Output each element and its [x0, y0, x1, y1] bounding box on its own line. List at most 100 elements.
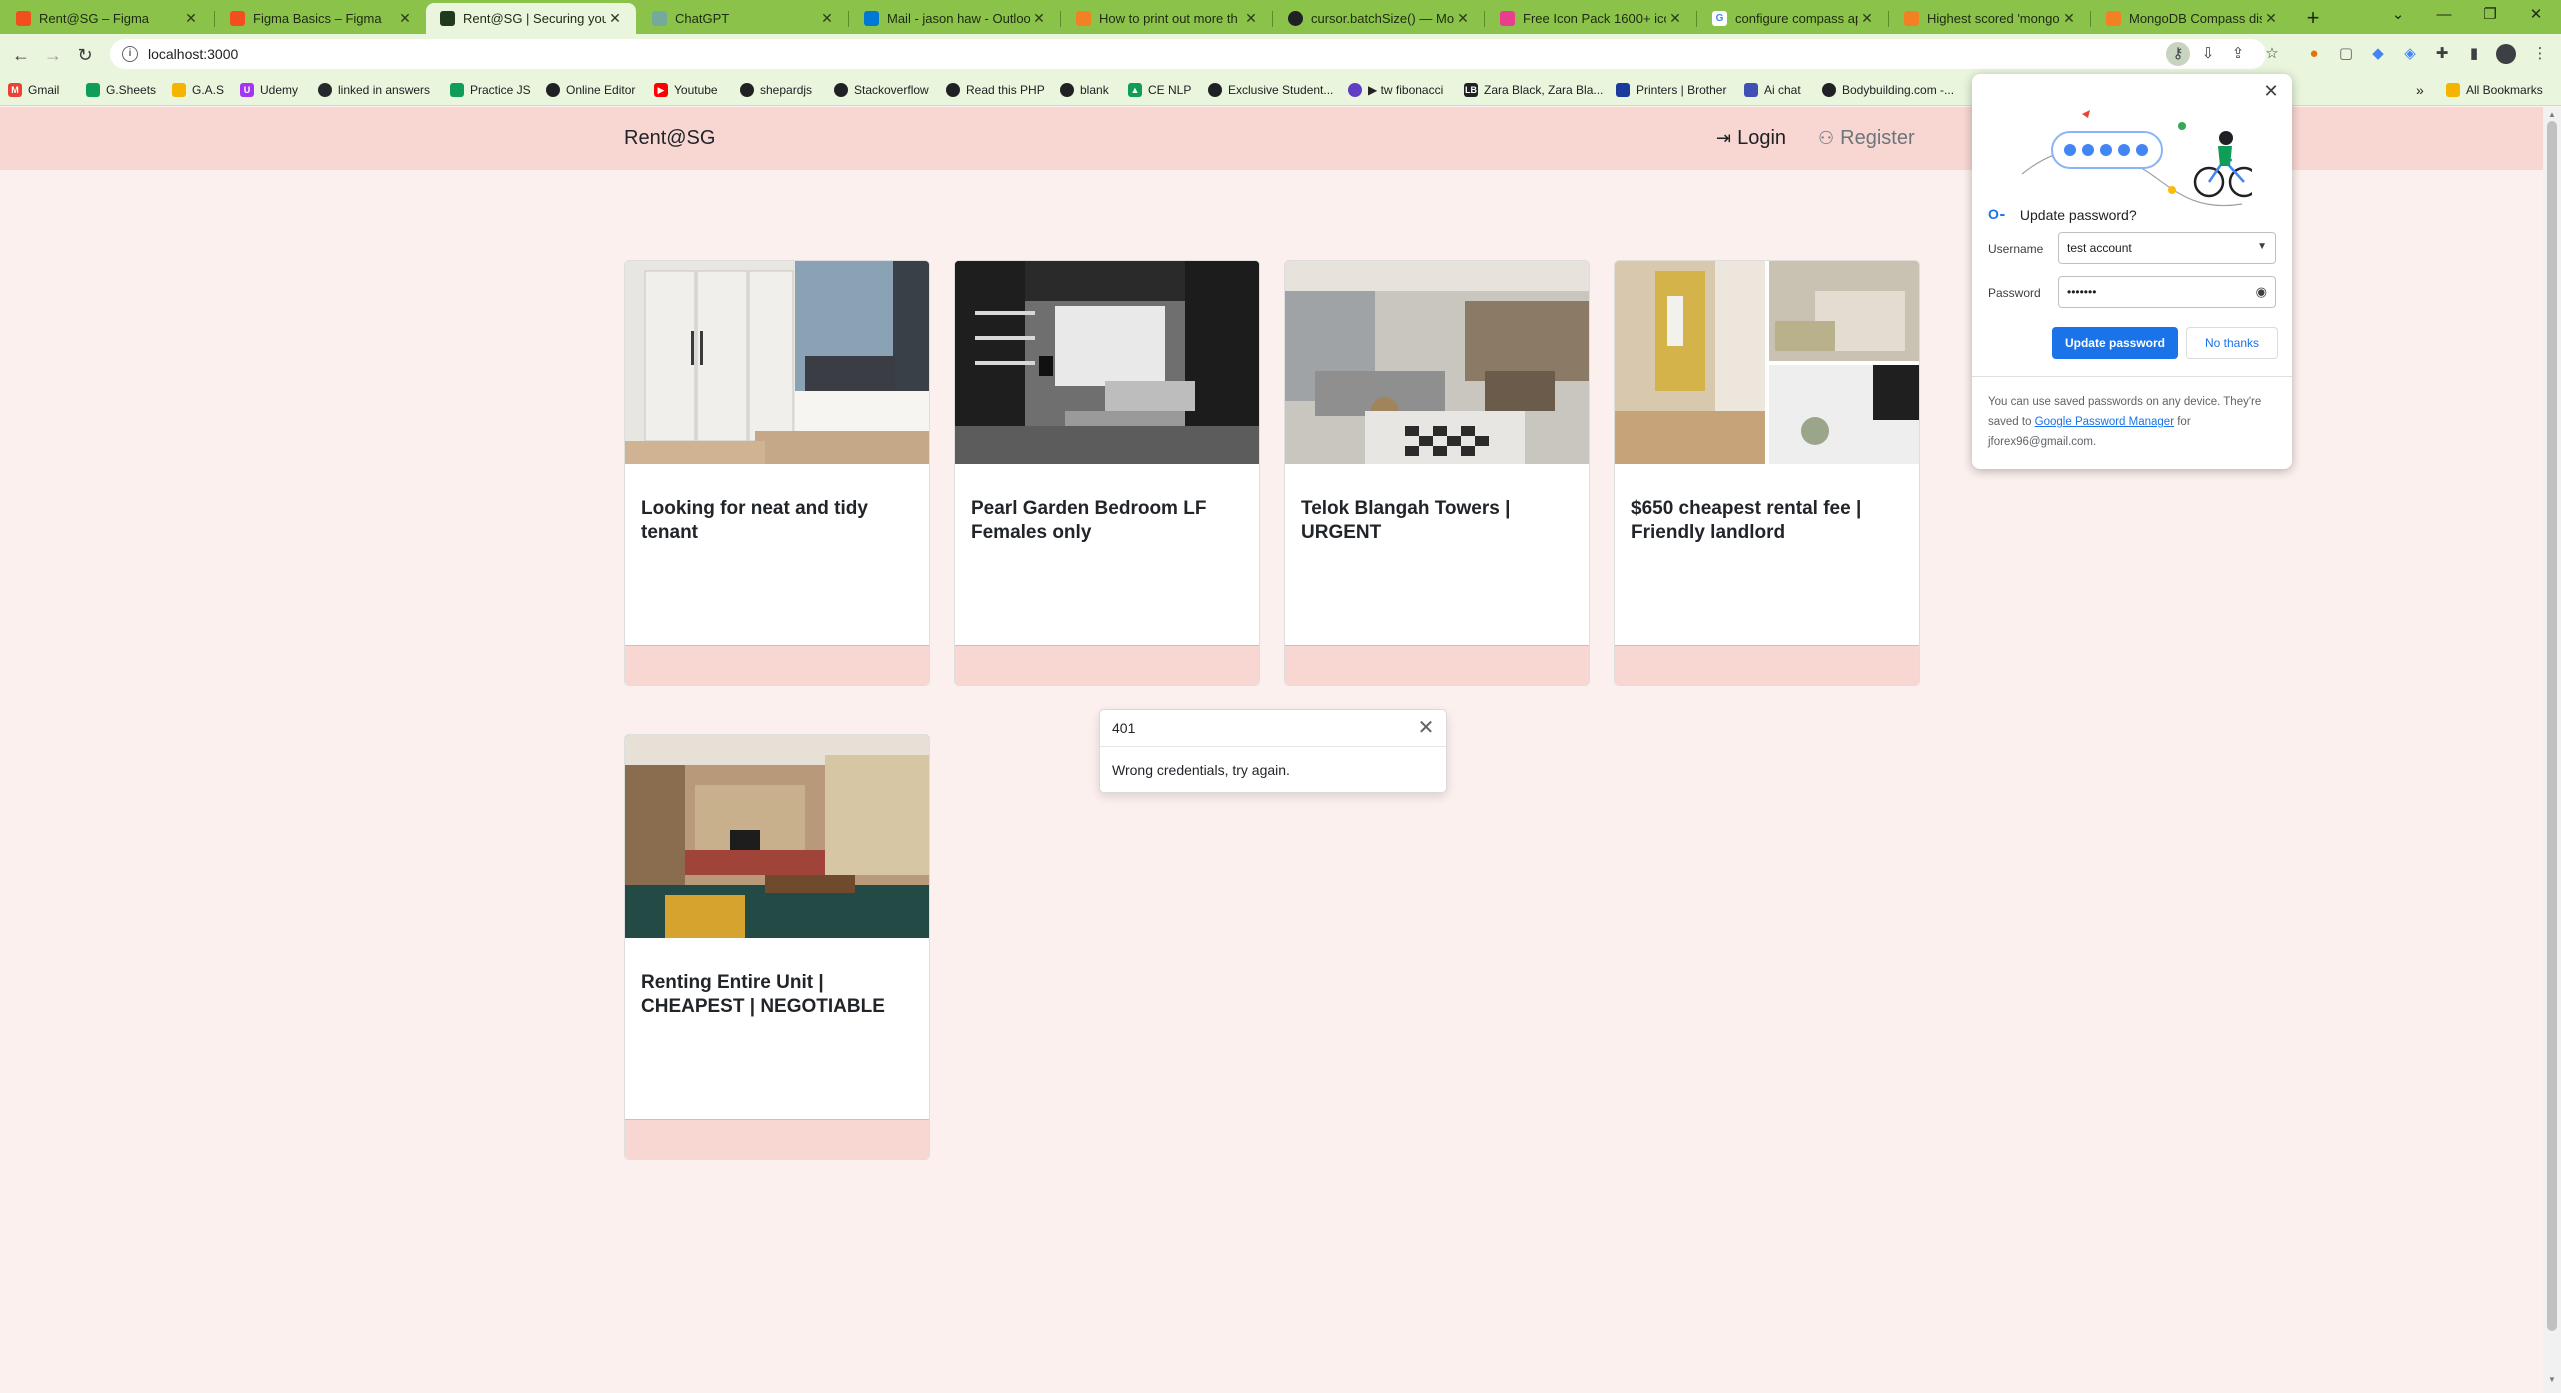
bookmark-star-icon[interactable]: ☆ — [2260, 42, 2284, 66]
password-manager-link[interactable]: Google Password Manager — [2035, 416, 2174, 428]
page-scrollbar[interactable]: ▲ ▼ — [2543, 107, 2561, 1393]
extension-icon[interactable]: ▢ — [2334, 42, 2358, 66]
close-icon[interactable]: ✕ — [2262, 10, 2280, 27]
install-app-icon[interactable]: ⇩ — [2196, 42, 2220, 66]
back-icon[interactable]: ← — [8, 42, 34, 68]
bookmark-item[interactable]: Ai chat — [1744, 80, 1801, 100]
close-icon[interactable]: ✕ — [2260, 80, 2282, 102]
restore-icon[interactable]: ❐ — [2467, 0, 2513, 30]
bookmark-item[interactable]: G.Sheets — [86, 80, 156, 100]
browser-tab[interactable]: ChatGPT ✕ — [638, 3, 848, 34]
browser-tab[interactable]: cursor.batchSize() — Mon ✕ — [1274, 3, 1484, 34]
bookmark-item[interactable]: U Udemy — [240, 80, 298, 100]
bookmark-item[interactable]: ▶ tw fibonacci — [1348, 80, 1443, 100]
browser-tab-active[interactable]: Rent@SG | Securing your ✕ — [426, 3, 636, 34]
extension-icon[interactable]: ◆ — [2366, 42, 2390, 66]
side-panel-icon[interactable]: ▮ — [2462, 42, 2486, 66]
close-icon[interactable]: ✕ — [818, 10, 836, 27]
browser-tab[interactable]: G configure compass app to ✕ — [1698, 3, 1888, 34]
password-key-icon[interactable]: ⚷ — [2166, 42, 2190, 66]
window-close-icon[interactable]: ✕ — [2513, 0, 2559, 30]
bookmark-label: Youtube — [674, 83, 718, 97]
scroll-up-icon[interactable]: ▲ — [2548, 110, 2556, 119]
site-info-icon[interactable]: i — [122, 46, 138, 62]
reload-icon[interactable]: ↻ — [72, 42, 98, 68]
close-icon[interactable]: ✕ — [1030, 10, 1048, 27]
figma-icon — [230, 11, 245, 26]
avatar[interactable] — [2494, 42, 2518, 66]
bookmark-item[interactable]: Bodybuilding.com -... — [1822, 80, 1954, 100]
tab-label: How to print out more th — [1099, 11, 1238, 26]
bookmarks-overflow-icon[interactable]: » — [2416, 80, 2424, 100]
bookmark-item[interactable]: Printers | Brother — [1616, 80, 1726, 100]
scrollbar-thumb[interactable] — [2547, 121, 2557, 1331]
browser-tab[interactable]: Highest scored 'mongodb ✕ — [1890, 3, 2090, 34]
close-icon[interactable]: ✕ — [1454, 10, 1472, 27]
menu-kebab-icon[interactable]: ⋮ — [2528, 42, 2552, 66]
bookmark-item[interactable]: shepardjs — [740, 80, 812, 100]
scroll-down-icon[interactable]: ▼ — [2548, 1375, 2556, 1384]
close-icon[interactable]: ✕ — [1242, 10, 1260, 27]
listing-title: Telok Blangah Towers | URGENT — [1301, 498, 1511, 543]
browser-tab[interactable]: MongoDB Compass displ ✕ — [2092, 3, 2292, 34]
address-bar[interactable]: i localhost:3000 — [110, 39, 2266, 69]
browser-tab[interactable]: Rent@SG – Figma ✕ — [2, 3, 212, 34]
forward-icon[interactable]: → — [40, 42, 66, 68]
all-bookmarks[interactable]: All Bookmarks — [2446, 80, 2543, 100]
listing-card[interactable]: Telok Blangah Towers | URGENT — [1284, 260, 1590, 686]
bookmark-label: G.Sheets — [106, 83, 157, 97]
ai-icon — [1744, 83, 1758, 97]
close-icon[interactable]: ✕ — [1666, 10, 1684, 27]
bookmark-item[interactable]: LB Zara Black, Zara Bla... — [1464, 80, 1603, 100]
extension-icon[interactable]: ● — [2302, 42, 2326, 66]
username-select[interactable]: test account ▼ — [2058, 232, 2276, 264]
no-thanks-button[interactable]: No thanks — [2186, 327, 2278, 359]
tab-search-icon[interactable]: ⌄ — [2375, 0, 2421, 30]
close-icon[interactable]: ✕ — [182, 10, 200, 27]
url-text: localhost:3000 — [148, 46, 239, 62]
close-icon[interactable]: ✕ — [606, 10, 624, 27]
listing-card[interactable]: $650 cheapest rental fee | Friendly land… — [1614, 260, 1920, 686]
bookmark-item[interactable]: M Gmail — [8, 80, 59, 100]
bookmark-item[interactable]: Exclusive Student... — [1208, 80, 1333, 100]
register-link[interactable]: ⚇ Register — [1818, 127, 1915, 150]
bookmark-item[interactable]: Practice JS — [450, 80, 531, 100]
github-icon — [318, 83, 332, 97]
stackoverflow-icon — [834, 83, 848, 97]
listing-card[interactable]: Pearl Garden Bedroom LF Females only — [954, 260, 1260, 686]
login-link[interactable]: ⇥ Login — [1716, 127, 1786, 150]
browser-tab[interactable]: Free Icon Pack 1600+ ico ✕ — [1486, 3, 1696, 34]
stackoverflow-icon — [1904, 11, 1919, 26]
close-icon[interactable]: ✕ — [396, 10, 414, 27]
brother-icon — [1616, 83, 1630, 97]
site-brand[interactable]: Rent@SG — [624, 127, 715, 150]
bookmark-item[interactable]: ▲ CE NLP — [1128, 80, 1191, 100]
close-icon[interactable]: ✕ — [1858, 10, 1876, 27]
close-icon[interactable]: ✕ — [2060, 10, 2078, 27]
bookmark-item[interactable]: ▶ Youtube — [654, 80, 718, 100]
bookmark-item[interactable]: Online Editor — [546, 80, 635, 100]
close-icon[interactable]: ✕ — [1414, 716, 1438, 740]
password-field[interactable]: ••••••• ◉ — [2058, 276, 2276, 308]
bookmark-item[interactable]: G.A.S — [172, 80, 224, 100]
bookmark-label: linked in answers — [338, 83, 431, 97]
update-password-button[interactable]: Update password — [2052, 327, 2178, 359]
bookmark-item[interactable]: blank — [1060, 80, 1109, 100]
listing-image — [625, 261, 929, 464]
browser-tab[interactable]: Figma Basics – Figma ✕ — [216, 3, 426, 34]
bookmark-item[interactable]: linked in answers — [318, 80, 430, 100]
new-tab-icon[interactable]: + — [2298, 3, 2328, 33]
folder-icon — [2446, 83, 2460, 97]
extension-icon[interactable]: ◈ — [2398, 42, 2422, 66]
extensions-puzzle-icon[interactable]: ✚ — [2430, 42, 2454, 66]
minimize-icon[interactable]: — — [2421, 0, 2467, 30]
eye-icon[interactable]: ◉ — [2256, 284, 2267, 300]
listing-card[interactable]: Renting Entire Unit | CHEAPEST | NEGOTIA… — [624, 734, 930, 1160]
bookmark-item[interactable]: Read this PHP — [946, 80, 1045, 100]
browser-tab[interactable]: Mail - jason haw - Outlook ✕ — [850, 3, 1060, 34]
tab-label: Rent@SG – Figma — [39, 11, 150, 26]
browser-tab[interactable]: How to print out more th ✕ — [1062, 3, 1272, 34]
bookmark-item[interactable]: Stackoverflow — [834, 80, 929, 100]
listing-card[interactable]: Looking for neat and tidy tenant — [624, 260, 930, 686]
share-icon[interactable]: ⇪ — [2226, 42, 2250, 66]
